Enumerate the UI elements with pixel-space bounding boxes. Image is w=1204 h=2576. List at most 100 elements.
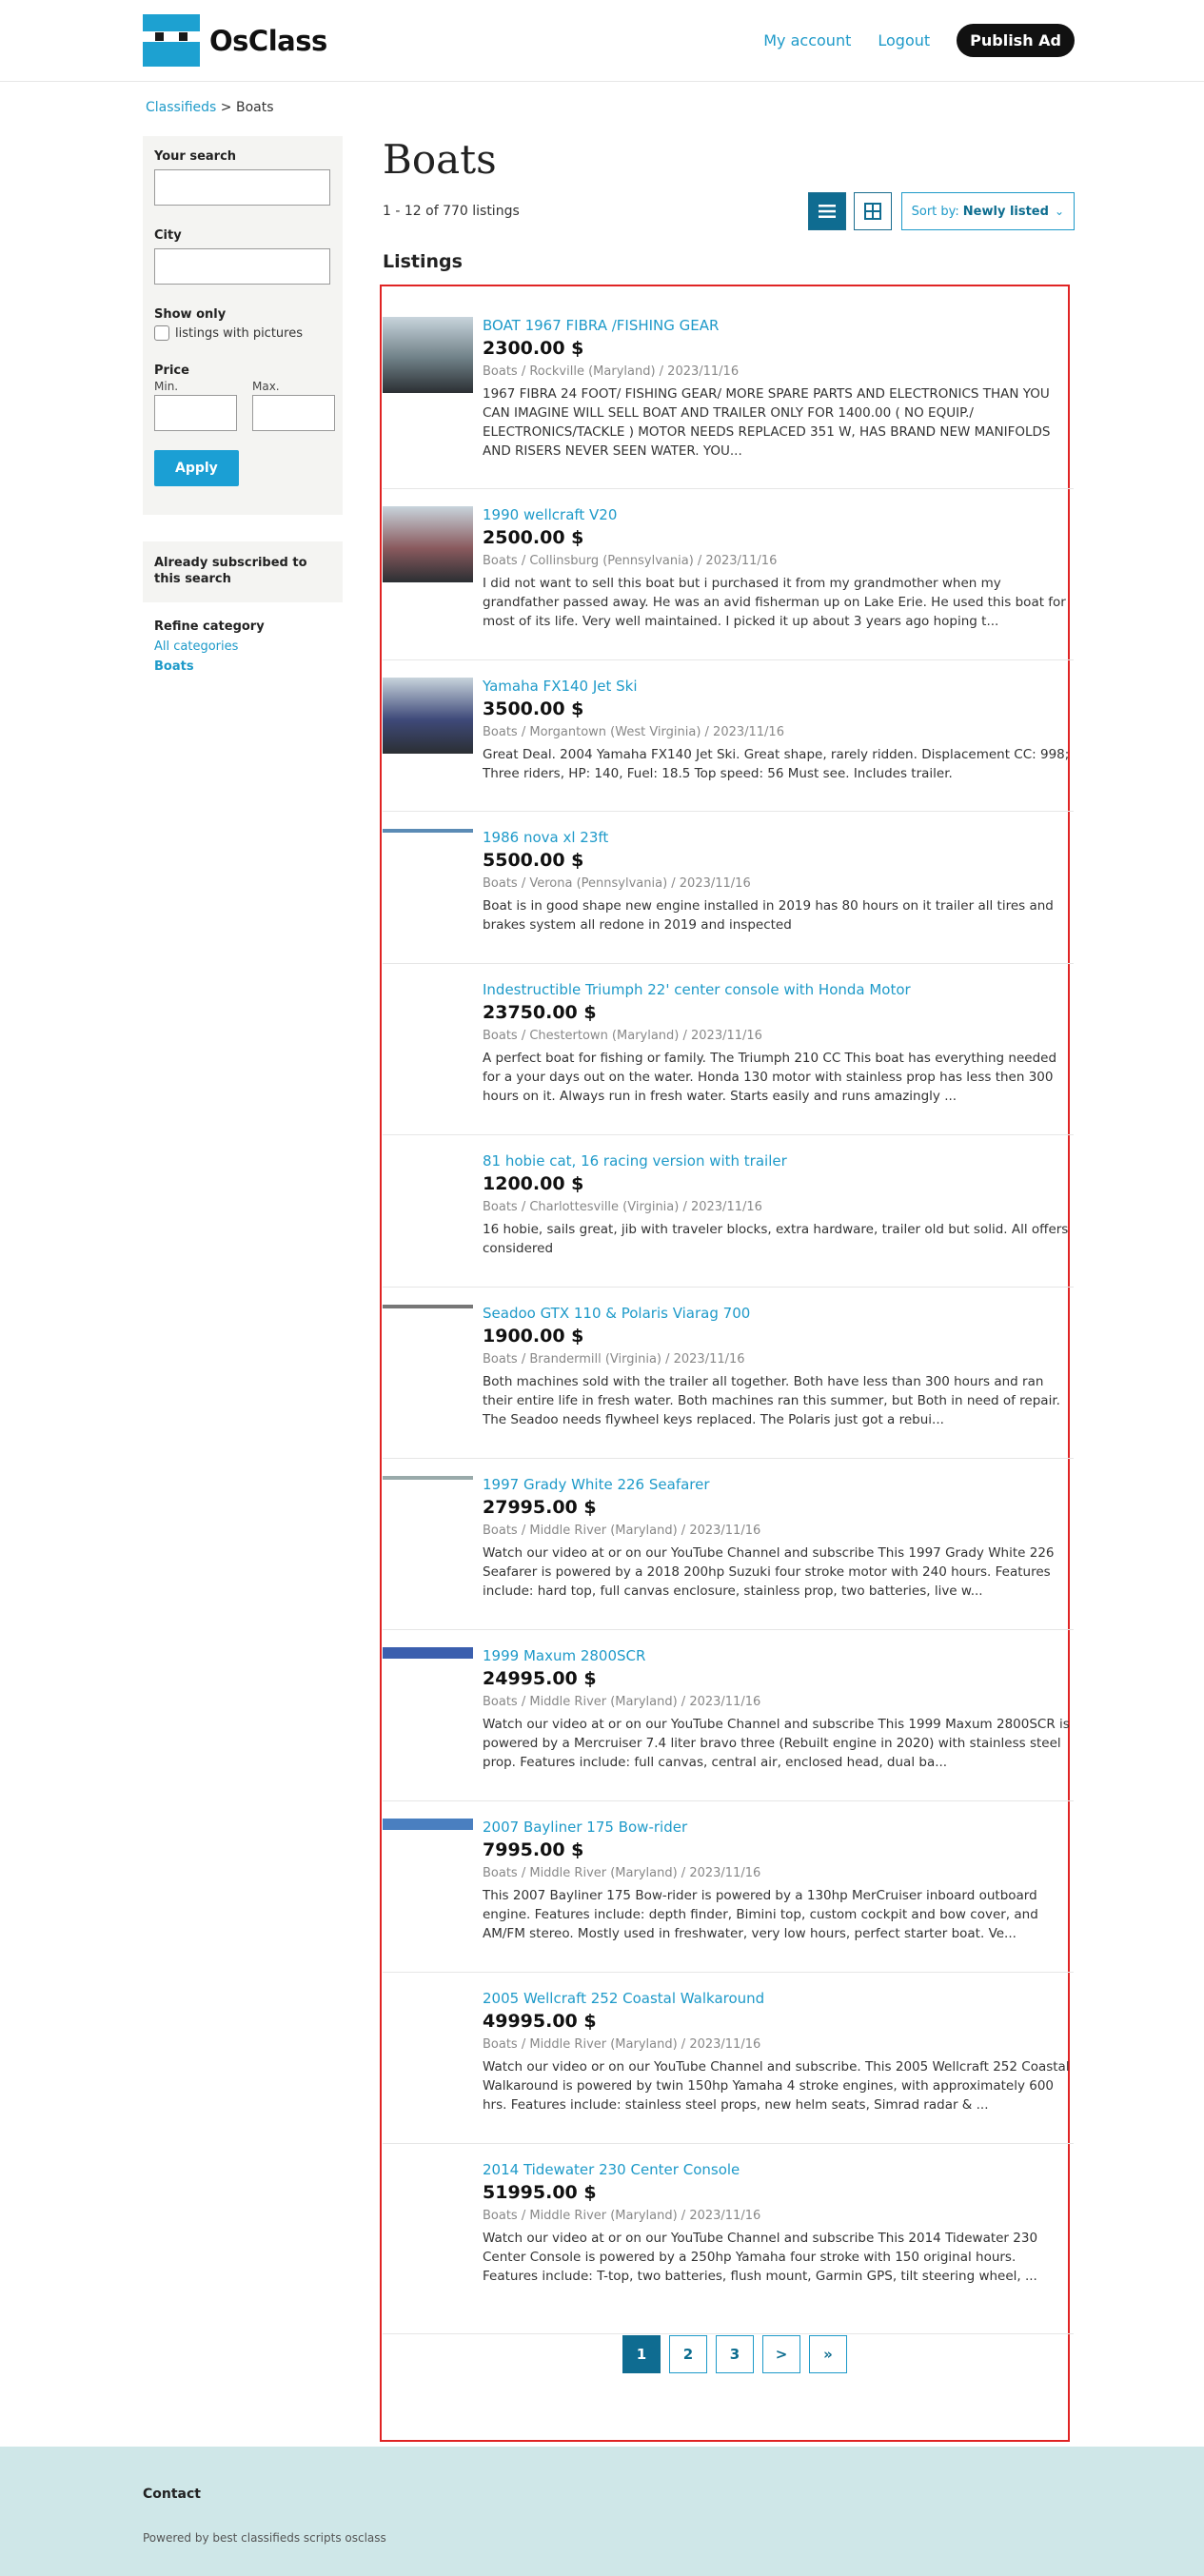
listing-meta: Boats / Middle River (Maryland) / 2023/1… — [483, 2209, 761, 2223]
listing-price: 5500.00 $ — [483, 850, 584, 871]
listing-thumbnail[interactable] — [383, 1819, 473, 1830]
list-view-icon — [818, 205, 836, 218]
listing-title-link[interactable]: 1990 wellcraft V20 — [483, 506, 1074, 523]
listing-item: 1986 nova xl 23ft 5500.00 $ Boats / Verona… — [383, 812, 1074, 964]
chevron-down-icon: ⌄ — [1054, 205, 1064, 218]
logout-link[interactable]: Logout — [878, 31, 930, 49]
your-search-input[interactable] — [154, 169, 330, 206]
footer-powered-by: Powered by best classifieds scripts oscl… — [143, 2531, 386, 2545]
listing-title-link[interactable]: 1999 Maxum 2800SCR — [483, 1647, 1074, 1664]
max-price-input[interactable] — [252, 395, 335, 431]
listing-description: A perfect boat for fishing or family. Th… — [483, 1051, 1057, 1104]
breadcrumb-separator: > — [220, 100, 232, 115]
min-price-input[interactable] — [154, 395, 237, 431]
page-button[interactable]: > — [762, 2335, 800, 2373]
listing-title-link[interactable]: 81 hobie cat, 16 racing version with tra… — [483, 1152, 1074, 1170]
listing-title-link[interactable]: BOAT 1967 FIBRA /FISHING GEAR — [483, 317, 1074, 334]
listing-item: 1990 wellcraft V20 2500.00 $ Boats / Colli… — [383, 489, 1074, 660]
page-button[interactable]: 1 — [622, 2335, 661, 2373]
listing-meta: Boats / Collinsburg (Pennsylvania) / 202… — [483, 554, 778, 568]
listing-price: 3500.00 $ — [483, 698, 584, 719]
refine-category-title: Refine category — [154, 619, 265, 634]
listing-item: Yamaha FX140 Jet Ski 3500.00 $ Boats / Mor… — [383, 660, 1074, 812]
listing-meta: Boats / Brandermill (Virginia) / 2023/11… — [483, 1352, 745, 1367]
listing-thumbnail[interactable] — [383, 829, 473, 833]
listing-title-link[interactable]: 2014 Tidewater 230 Center Console — [483, 2161, 1074, 2178]
listing-item: 1997 Grady White 226 Seafarer 27995.00 $ B… — [383, 1459, 1074, 1630]
sort-select[interactable]: Sort by: Newly listed ⌄ — [900, 192, 1075, 230]
pictures-filter[interactable]: listings with pictures — [154, 325, 331, 341]
show-only-label: Show only — [154, 307, 227, 322]
apply-button[interactable]: Apply — [154, 450, 239, 486]
listing-thumbnail[interactable] — [383, 1476, 473, 1480]
top-nav: My account Logout Publish Ad — [763, 24, 1075, 57]
listings-heading: Listings — [383, 251, 463, 272]
listing-price: 24995.00 $ — [483, 1668, 597, 1689]
breadcrumb-root-link[interactable]: Classifieds — [146, 100, 216, 115]
city-label: City — [154, 228, 182, 243]
listing-meta: Boats / Middle River (Maryland) / 2023/1… — [483, 2037, 761, 2052]
listing-description: I did not want to sell this boat but i p… — [483, 576, 1066, 629]
listing-price: 49995.00 $ — [483, 2011, 597, 2032]
listing-title-link[interactable]: Indestructible Triumph 22' center consol… — [483, 981, 1074, 998]
page-button[interactable]: » — [809, 2335, 847, 2373]
all-categories-link[interactable]: All categories — [154, 639, 331, 654]
listing-price: 7995.00 $ — [483, 1839, 584, 1860]
results-count: 1 - 12 of 770 listings — [383, 204, 520, 219]
listing-price: 23750.00 $ — [483, 1002, 597, 1023]
pictures-checkbox-label: listings with pictures — [175, 325, 303, 341]
footer-contact-link[interactable]: Contact — [143, 2487, 201, 2502]
listings-list: BOAT 1967 FIBRA /FISHING GEAR 2300.00 $ Bo… — [383, 300, 1074, 2334]
site-footer: Contact Powered by best classifieds scri… — [0, 2447, 1204, 2576]
publish-ad-button[interactable]: Publish Ad — [957, 24, 1075, 57]
page-title: Boats — [383, 136, 497, 183]
main-content: Boats 1 - 12 of 770 listings Sort by: Ne… — [383, 136, 1075, 272]
listing-thumbnail[interactable] — [383, 1305, 473, 1308]
listing-item: 2005 Wellcraft 252 Coastal Walkaround 499… — [383, 1973, 1074, 2144]
listing-item: 2007 Bayliner 175 Bow-rider 7995.00 $ Boat… — [383, 1801, 1074, 1973]
grid-view-button[interactable] — [853, 192, 892, 230]
breadcrumb: Classifieds > Boats — [146, 100, 274, 115]
listing-description: This 2007 Bayliner 175 Bow-rider is powe… — [483, 1888, 1038, 1941]
listing-thumbnail[interactable] — [383, 317, 473, 393]
page-button[interactable]: 2 — [669, 2335, 707, 2373]
pictures-checkbox[interactable] — [154, 325, 169, 341]
search-filter-panel: Your search City Show only listings with… — [143, 136, 343, 515]
listing-title-link[interactable]: 2007 Bayliner 175 Bow-rider — [483, 1819, 1074, 1836]
listing-thumbnail[interactable] — [383, 678, 473, 754]
listing-item: 2014 Tidewater 230 Center Console 51995.0… — [383, 2144, 1074, 2334]
listing-title-link[interactable]: 2005 Wellcraft 252 Coastal Walkaround — [483, 1990, 1074, 2007]
listing-title-link[interactable]: Seadoo GTX 110 & Polaris Viarag 700 — [483, 1305, 1074, 1322]
listing-thumbnail[interactable] — [383, 506, 473, 582]
listing-item: 81 hobie cat, 16 racing version with tra… — [383, 1135, 1074, 1288]
listing-meta: Boats / Charlottesville (Virginia) / 202… — [483, 1200, 762, 1214]
price-label: Price — [154, 364, 189, 378]
listing-thumbnail[interactable] — [383, 1647, 473, 1659]
listing-meta: Boats / Verona (Pennsylvania) / 2023/11/… — [483, 876, 751, 891]
listing-price: 27995.00 $ — [483, 1497, 597, 1518]
breadcrumb-current: Boats — [235, 100, 274, 115]
listing-title-link[interactable]: Yamaha FX140 Jet Ski — [483, 678, 1074, 695]
listing-description: Watch our video at or on our YouTube Cha… — [483, 1545, 1055, 1599]
listing-price: 51995.00 $ — [483, 2182, 597, 2203]
results-toolbar: 1 - 12 of 770 listings Sort by: Newly li… — [383, 192, 1075, 230]
logo-icon — [143, 14, 200, 67]
listing-title-link[interactable]: 1997 Grady White 226 Seafarer — [483, 1476, 1074, 1493]
listing-description: 16 hobie, sails great, jib with traveler… — [483, 1222, 1069, 1256]
listing-price: 1900.00 $ — [483, 1326, 584, 1347]
my-account-link[interactable]: My account — [763, 31, 851, 49]
grid-view-icon — [863, 203, 881, 220]
max-price-label: Max. — [252, 380, 280, 393]
sort-value: Newly listed — [962, 204, 1049, 219]
page-button[interactable]: 3 — [716, 2335, 754, 2373]
listing-meta: Boats / Rockville (Maryland) / 2023/11/1… — [483, 364, 740, 379]
list-view-button[interactable] — [807, 192, 846, 230]
listing-meta: Boats / Middle River (Maryland) / 2023/1… — [483, 1695, 761, 1709]
city-input[interactable] — [154, 248, 330, 285]
boats-category-link[interactable]: Boats — [154, 659, 331, 674]
listing-meta: Boats / Morgantown (West Virginia) / 202… — [483, 725, 784, 739]
sort-prefix: Sort by: — [911, 204, 959, 219]
site-logo[interactable]: OsClass — [143, 14, 327, 67]
listing-title-link[interactable]: 1986 nova xl 23ft — [483, 829, 1074, 846]
listing-description: Watch our video at or on our YouTube Cha… — [483, 1717, 1070, 1770]
